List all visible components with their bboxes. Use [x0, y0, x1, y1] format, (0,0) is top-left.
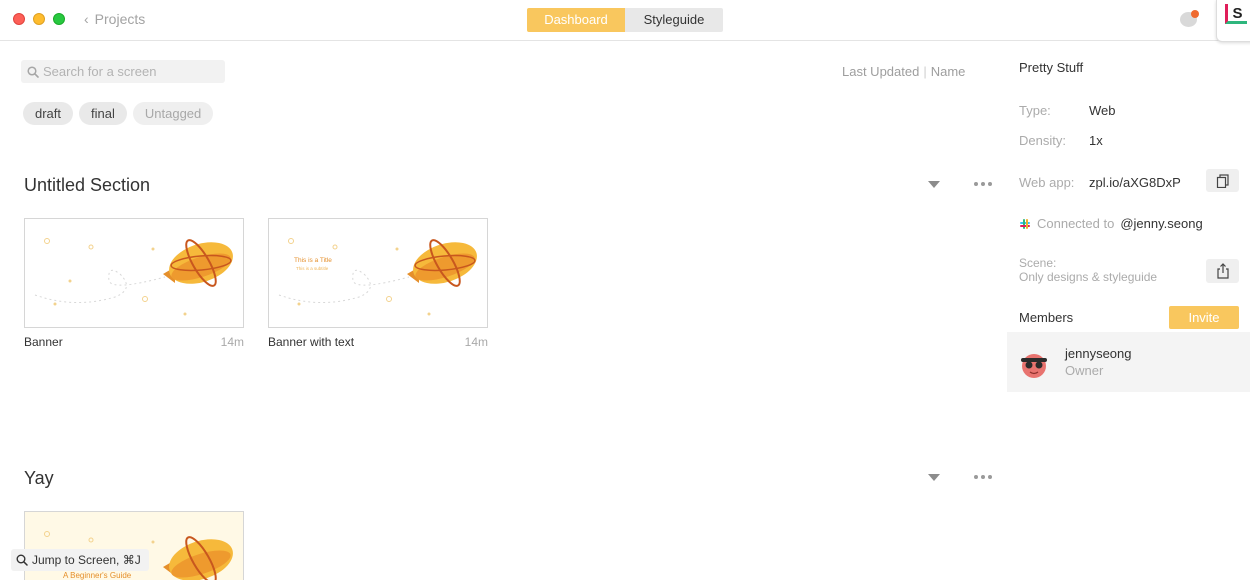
density-value: 1x — [1089, 133, 1103, 148]
connected-prefix: Connected to — [1037, 216, 1115, 231]
density-label: Density: — [1019, 133, 1066, 148]
section-title: Yay — [24, 468, 54, 488]
member-role: Owner — [1065, 363, 1104, 378]
section-title: Untitled Section — [24, 175, 151, 195]
thumb-title: A Beginner's Guide — [63, 571, 132, 580]
slack-letter: S — [1225, 4, 1247, 24]
slack-connection: Connected to @jenny.seong — [1019, 216, 1203, 231]
share-button[interactable] — [1206, 259, 1239, 283]
screen-search — [21, 60, 225, 83]
member-row[interactable]: jennyseong Owner — [1007, 332, 1250, 392]
search-icon — [27, 65, 39, 78]
zeppelin-illustration: This is a Title This is a subtitle — [278, 238, 477, 316]
copy-link-button[interactable] — [1206, 169, 1239, 192]
zoom-window-button[interactable] — [53, 13, 65, 25]
avatar — [1021, 354, 1047, 378]
scene-info: Scene: Only designs & styleguide — [1019, 256, 1157, 284]
sort-last-updated[interactable]: Last Updated — [842, 64, 919, 79]
jump-label: Jump to Screen, ⌘J — [32, 553, 141, 567]
type-value: Web — [1089, 103, 1116, 118]
section-collapse-icon[interactable] — [928, 181, 940, 188]
thumb-subtitle: This is a subtitle — [296, 266, 329, 271]
sort-name[interactable]: Name — [931, 64, 966, 79]
member-name: jennyseong — [1065, 346, 1132, 361]
notifications-button[interactable] — [1178, 9, 1200, 31]
sort-separator: | — [923, 64, 927, 79]
connected-user: @jenny.seong — [1120, 216, 1203, 231]
scene-label: Scene: — [1019, 256, 1057, 270]
tag-draft[interactable]: draft — [23, 102, 74, 125]
tag-final[interactable]: final — [79, 102, 127, 125]
screen-name: Banner — [24, 335, 63, 349]
title-bar: ‹ Projects Dashboard Styleguide S — [0, 0, 1250, 42]
tab-styleguide[interactable]: Styleguide — [625, 8, 723, 32]
minimize-window-button[interactable] — [33, 13, 45, 25]
close-window-button[interactable] — [13, 13, 25, 25]
web-app-link[interactable]: zpl.io/aXG8DxP — [1089, 175, 1181, 190]
section-more-icon[interactable] — [974, 179, 994, 189]
back-to-projects-link[interactable]: ‹ Projects — [84, 11, 145, 27]
project-info-panel: Pretty Stuff Type: Web Density: 1x Web a… — [1007, 41, 1250, 580]
screen-updated-time: 14m — [220, 335, 244, 349]
zeppelin-illustration — [34, 238, 233, 316]
members-heading: Members — [1019, 310, 1074, 325]
search-icon — [16, 554, 28, 566]
copy-icon — [1216, 173, 1229, 188]
screen-updated-time: 14m — [464, 335, 488, 349]
type-label: Type: — [1019, 103, 1051, 118]
tab-dashboard[interactable]: Dashboard — [527, 8, 625, 32]
screen-name: Banner with text — [268, 335, 355, 349]
jump-to-screen-button[interactable]: Jump to Screen, ⌘J — [11, 549, 149, 571]
tag-filter: draft final Untagged — [23, 102, 214, 125]
screen-card-banner-with-text[interactable]: This is a Title This is a subtitle — [268, 218, 488, 328]
project-name: Pretty Stuff — [1019, 60, 1084, 75]
sort-options: Last Updated | Name — [842, 64, 965, 79]
section-more-icon[interactable] — [974, 472, 994, 482]
invite-button[interactable]: Invite — [1169, 306, 1239, 329]
share-icon — [1216, 263, 1229, 279]
chevron-left-icon: ‹ — [84, 11, 89, 27]
search-input[interactable] — [43, 64, 213, 79]
notification-dot — [1191, 10, 1199, 18]
slack-badge[interactable]: S — [1216, 0, 1250, 42]
section-collapse-icon[interactable] — [928, 474, 940, 481]
view-switcher: Dashboard Styleguide — [527, 8, 723, 32]
screen-card-banner[interactable] — [24, 218, 244, 328]
web-app-label: Web app: — [1019, 175, 1075, 190]
slack-icon — [1020, 218, 1030, 229]
thumb-title: This is a Title — [294, 257, 332, 264]
tag-untagged[interactable]: Untagged — [132, 102, 214, 125]
scene-value: Only designs & styleguide — [1019, 270, 1158, 284]
back-label: Projects — [94, 11, 146, 27]
